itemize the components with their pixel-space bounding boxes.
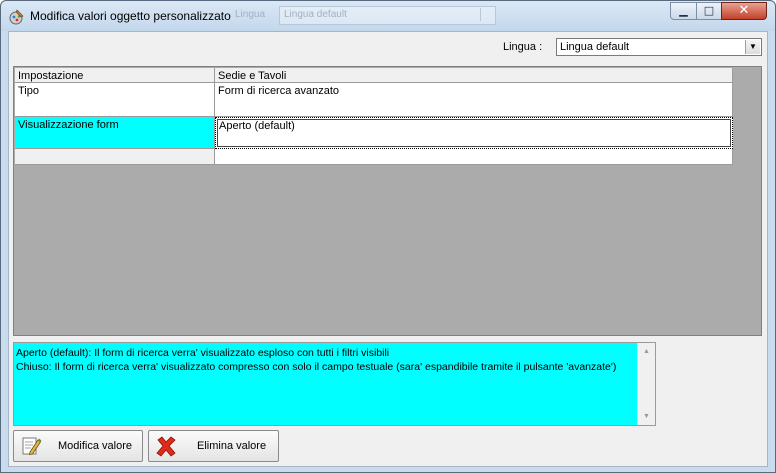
grid-row-empty-value[interactable] bbox=[215, 149, 733, 165]
modify-value-label: Modifica valore bbox=[58, 440, 132, 452]
description-line: Chiuso: Il form di ricerca verra' visual… bbox=[16, 361, 617, 373]
dropdown-arrow-icon[interactable]: ▼ bbox=[745, 40, 760, 54]
description-text: Aperto (default): Il form di ricerca ver… bbox=[16, 346, 636, 374]
column-header-setting[interactable]: Impostazione bbox=[15, 68, 215, 83]
delete-value-button[interactable]: Elimina valore bbox=[148, 430, 279, 462]
minimize-button[interactable]: ▁ bbox=[670, 2, 697, 20]
background-dropdown-arrow-icon bbox=[480, 8, 494, 21]
column-header-value[interactable]: Sedie e Tavoli bbox=[215, 68, 733, 83]
description-scrollbar[interactable]: ▲ ▼ bbox=[637, 343, 655, 425]
language-select-value: Lingua default bbox=[560, 41, 630, 53]
close-icon: ✕ bbox=[738, 3, 750, 18]
language-label: Lingua : bbox=[503, 41, 543, 53]
description-line: Aperto (default): Il form di ricerca ver… bbox=[16, 347, 390, 359]
maximize-button[interactable]: □ bbox=[696, 2, 722, 20]
title-bar[interactable]: Modifica valori oggetto personalizzato L… bbox=[1, 1, 775, 31]
maximize-icon: □ bbox=[703, 4, 715, 17]
app-icon bbox=[9, 9, 24, 25]
grid-row-tipo-value[interactable]: Form di ricerca avanzato bbox=[215, 83, 733, 117]
minimize-icon: ▁ bbox=[679, 4, 688, 17]
settings-grid: Impostazione Sedie e Tavoli Tipo Form di… bbox=[13, 66, 762, 336]
close-button[interactable]: ✕ bbox=[721, 2, 767, 20]
grid-row-visualizzazione-value[interactable]: Aperto (default) bbox=[215, 117, 733, 149]
edit-icon bbox=[22, 437, 42, 455]
delete-icon bbox=[156, 436, 176, 457]
background-select-value: Lingua default bbox=[284, 9, 347, 20]
dialog-window: Modifica valori oggetto personalizzato L… bbox=[0, 0, 776, 473]
modify-value-button[interactable]: Modifica valore bbox=[13, 430, 143, 462]
language-select[interactable]: Lingua default ▼ bbox=[556, 38, 762, 56]
description-box[interactable]: Aperto (default): Il form di ricerca ver… bbox=[13, 342, 656, 426]
scroll-up-icon[interactable]: ▲ bbox=[638, 343, 655, 360]
grid-row-visualizzazione-setting[interactable]: Visualizzazione form bbox=[15, 117, 215, 149]
delete-value-label: Elimina valore bbox=[197, 440, 267, 452]
scroll-down-icon[interactable]: ▼ bbox=[638, 408, 655, 425]
background-language-label: Lingua bbox=[235, 9, 266, 20]
grid-row-tipo-setting[interactable]: Tipo bbox=[15, 83, 215, 117]
window-title: Modifica valori oggetto personalizzato bbox=[30, 9, 231, 23]
background-window-select: Lingua default bbox=[279, 6, 496, 25]
grid-row-empty-setting[interactable] bbox=[15, 149, 215, 165]
